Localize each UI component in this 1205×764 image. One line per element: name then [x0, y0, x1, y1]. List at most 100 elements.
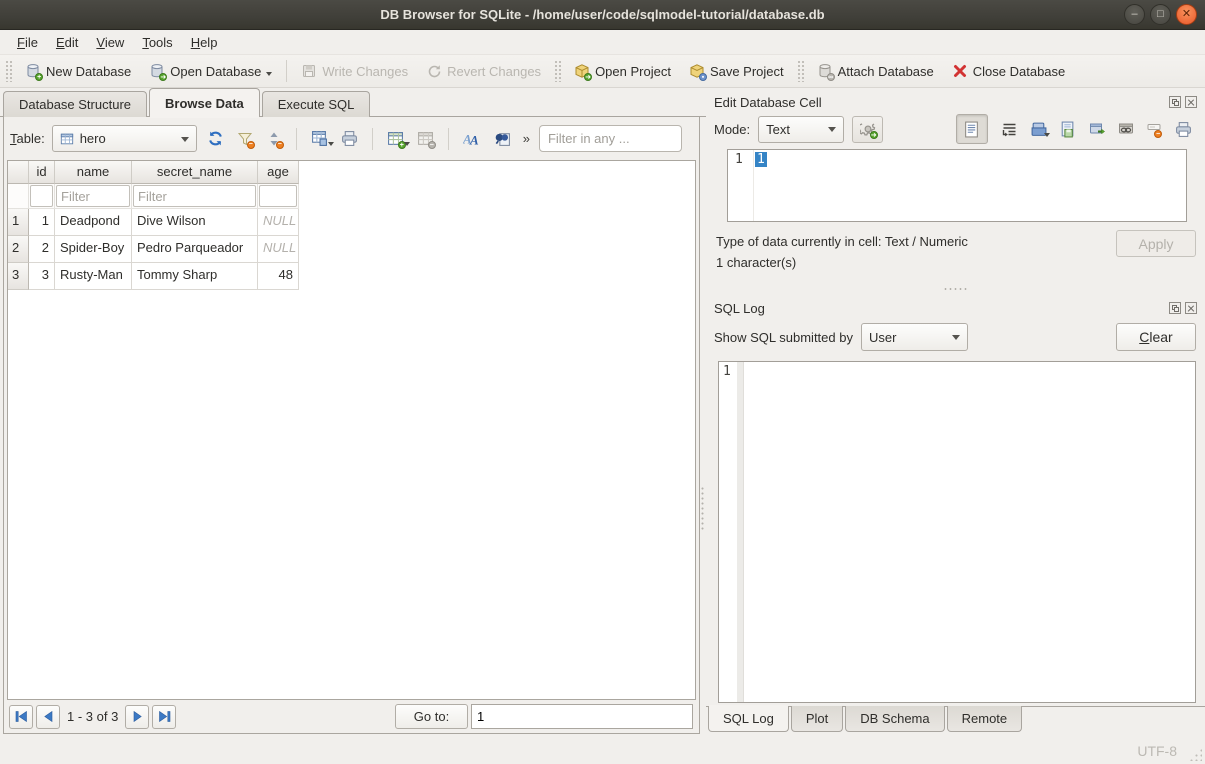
dock-float-button[interactable] — [1169, 302, 1181, 314]
cell-secret-name[interactable]: Tommy Sharp — [132, 263, 258, 290]
cell-secret-name[interactable]: Dive Wilson — [132, 209, 258, 236]
tab-execute-sql[interactable]: Execute SQL — [262, 91, 371, 117]
open-project-button[interactable]: ➜ Open Project — [566, 58, 679, 84]
column-header-name[interactable]: name — [55, 161, 132, 184]
gear-icon: ➜ — [860, 121, 876, 137]
maximize-button[interactable]: □ — [1150, 4, 1171, 25]
cell-name[interactable]: Deadpond — [55, 209, 132, 236]
open-database-button[interactable]: ➜ Open Database — [141, 58, 280, 84]
first-record-button[interactable] — [9, 705, 33, 729]
print-table-button[interactable] — [338, 127, 361, 150]
column-header-secret-name[interactable]: secret_name — [132, 161, 258, 184]
attach-database-button[interactable]: ∞ Attach Database — [809, 58, 942, 84]
close-button[interactable]: ✕ — [1176, 4, 1197, 25]
cell-id[interactable]: 1 — [29, 209, 55, 236]
new-database-button[interactable]: + New Database — [17, 58, 139, 84]
save-project-button[interactable]: ▪ Save Project — [681, 58, 792, 84]
filter-input-secret-name[interactable] — [133, 185, 256, 207]
refresh-button[interactable] — [204, 127, 227, 150]
cell-age[interactable]: 48 — [258, 263, 299, 290]
cell-info: Type of data currently in cell: Text / N… — [706, 222, 1205, 284]
write-changes-icon — [301, 63, 317, 79]
mode-select[interactable]: Text — [758, 116, 844, 143]
import-from-file-button[interactable] — [1030, 121, 1046, 137]
tab-database-structure[interactable]: Database Structure — [3, 91, 147, 117]
window-title: DB Browser for SQLite - /home/user/code/… — [380, 7, 824, 22]
cell-secret-name[interactable]: Pedro Parqueador — [132, 236, 258, 263]
menu-view[interactable]: View — [87, 32, 133, 53]
filter-input-age[interactable] — [259, 185, 297, 207]
close-database-button[interactable]: Close Database — [944, 58, 1074, 84]
chevron-down-icon — [181, 137, 189, 146]
menu-edit[interactable]: Edit — [47, 32, 87, 53]
find-in-table-icon — [494, 130, 511, 147]
pane-splitter[interactable] — [700, 486, 705, 532]
sql-log-dock: SQL Log Show SQL submitted by User Clear… — [706, 294, 1205, 706]
row-header[interactable]: 3 — [8, 263, 29, 290]
toolbar-drag-handle[interactable] — [5, 60, 12, 82]
right-pane: Edit Database Cell Mode: Text ➜ — [706, 88, 1205, 737]
clear-filters-button[interactable]: − — [234, 128, 256, 150]
filter-any-input[interactable]: Filter in any ... — [539, 125, 682, 152]
dock-close-button[interactable] — [1185, 96, 1197, 108]
dock-tab-sql-log[interactable]: SQL Log — [708, 706, 789, 732]
resize-grip[interactable] — [1189, 748, 1202, 761]
cell-char-count: 1 character(s) — [716, 255, 1205, 270]
save-table-view-icon — [311, 130, 328, 147]
cell-age[interactable]: NULL — [258, 236, 299, 263]
dock-tab-db-schema[interactable]: DB Schema — [845, 706, 944, 732]
insert-record-icon: + — [387, 130, 404, 147]
export-to-file-button[interactable] — [1059, 121, 1075, 137]
toolbar-overflow-chevron[interactable]: » — [521, 131, 532, 146]
save-table-view-button[interactable] — [308, 127, 331, 150]
dock-float-button[interactable] — [1169, 96, 1181, 108]
next-record-button[interactable] — [125, 705, 149, 729]
cell-id[interactable]: 2 — [29, 236, 55, 263]
cell-age[interactable]: NULL — [258, 209, 299, 236]
edit-display-format-button[interactable]: AA — [460, 127, 484, 150]
column-header-id[interactable]: id — [29, 161, 55, 184]
text-mode-toggle-button[interactable] — [956, 114, 988, 144]
print-cell-button[interactable] — [1175, 121, 1191, 137]
goto-input[interactable] — [471, 704, 693, 729]
dock-close-button[interactable] — [1185, 302, 1197, 314]
table-select[interactable]: hero — [52, 125, 197, 152]
dock-tab-bar: SQL Log Plot DB Schema Remote — [706, 706, 1205, 737]
insert-record-button[interactable]: + — [384, 127, 407, 150]
set-null-button[interactable]: − — [1146, 121, 1162, 137]
row-header[interactable]: 1 — [8, 209, 29, 236]
tab-browse-data[interactable]: Browse Data — [149, 88, 260, 117]
show-sql-select[interactable]: User — [861, 323, 968, 351]
dock-splitter[interactable] — [706, 284, 1205, 294]
clear-log-button[interactable]: Clear — [1116, 323, 1196, 351]
sql-log-controls: Show SQL submitted by User Clear — [706, 319, 1205, 355]
corner-header[interactable] — [8, 161, 29, 184]
open-external-button[interactable] — [1088, 121, 1104, 137]
menu-tools[interactable]: Tools — [133, 32, 181, 53]
cell-name[interactable]: Spider-Boy — [55, 236, 132, 263]
sql-log-view[interactable]: 1 — [718, 361, 1196, 703]
menu-help[interactable]: Help — [182, 32, 227, 53]
word-wrap-button[interactable] — [1001, 121, 1017, 137]
clear-sort-button[interactable]: − — [263, 128, 285, 150]
previous-record-button[interactable] — [36, 705, 60, 729]
toolbar-drag-handle[interactable] — [554, 60, 561, 82]
write-changes-button: Write Changes — [293, 58, 416, 84]
dock-tab-plot[interactable]: Plot — [791, 706, 843, 732]
cell-id[interactable]: 3 — [29, 263, 55, 290]
dock-tab-remote[interactable]: Remote — [947, 706, 1023, 732]
toolbar-drag-handle[interactable] — [797, 60, 804, 82]
minimize-button[interactable]: – — [1124, 4, 1145, 25]
column-header-age[interactable]: age — [258, 161, 299, 184]
goto-button[interactable]: Go to: — [395, 704, 468, 729]
find-in-table-button[interactable] — [491, 127, 514, 150]
edit-cell-title: Edit Database Cell — [714, 95, 822, 110]
link-button[interactable] — [1117, 121, 1133, 137]
cell-name[interactable]: Rusty-Man — [55, 263, 132, 290]
last-record-button[interactable] — [152, 705, 176, 729]
menu-file[interactable]: File — [8, 32, 47, 53]
row-header[interactable]: 2 — [8, 236, 29, 263]
cell-editor[interactable]: 1 1 — [727, 149, 1187, 222]
filter-input-name[interactable] — [56, 185, 130, 207]
filter-input-id[interactable] — [30, 185, 53, 207]
